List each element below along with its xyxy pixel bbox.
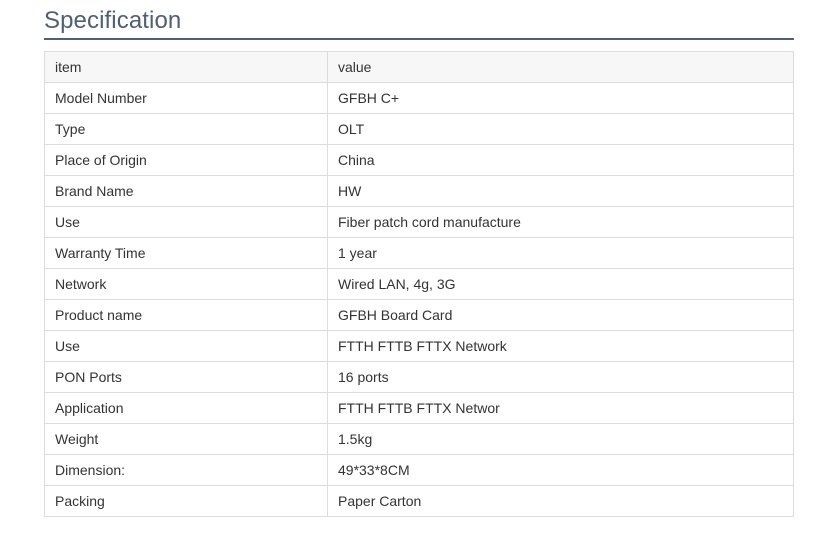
spec-item-cell: Brand Name [44, 175, 328, 207]
spec-item-cell: Type [44, 113, 328, 145]
spec-item-cell: Warranty Time [44, 237, 328, 269]
table-row: Application FTTH FTTB FTTX Networ [44, 392, 794, 424]
table-row: Type OLT [44, 113, 794, 145]
column-header-item: item [44, 51, 328, 83]
spec-item-cell: Application [44, 392, 328, 424]
specification-table: item value Model Number GFBH C+ Type OLT Pla… [44, 51, 794, 517]
table-row: Weight 1.5kg [44, 423, 794, 455]
spec-value-cell: 1 year [327, 237, 794, 269]
spec-item-cell: Dimension: [44, 454, 328, 486]
section-title: Specification [44, 7, 182, 34]
table-row: Packing Paper Carton [44, 485, 794, 517]
table-row: Model Number GFBH C+ [44, 82, 794, 114]
spec-value-cell: 1.5kg [327, 423, 794, 455]
spec-value-cell: 16 ports [327, 361, 794, 393]
spec-value-cell: Fiber patch cord manufacture [327, 206, 794, 238]
spec-item-cell: Product name [44, 299, 328, 331]
spec-item-cell: Network [44, 268, 328, 300]
table-row: PON Ports 16 ports [44, 361, 794, 393]
table-row: Use Fiber patch cord manufacture [44, 206, 794, 238]
spec-value-cell: Paper Carton [327, 485, 794, 517]
spec-item-cell: Packing [44, 485, 328, 517]
specification-section: Specification item value Model Number GFB… [44, 0, 794, 517]
spec-value-cell: GFBH Board Card [327, 299, 794, 331]
spec-item-cell: Use [44, 330, 328, 362]
title-underline [44, 38, 794, 40]
table-row: Brand Name HW [44, 175, 794, 207]
spec-item-cell: Model Number [44, 82, 328, 114]
table-row: Dimension: 49*33*8CM [44, 454, 794, 486]
spec-value-cell: OLT [327, 113, 794, 145]
table-header-row: item value [44, 51, 794, 83]
table-row: Place of Origin China [44, 144, 794, 176]
spec-value-cell: FTTH FTTB FTTX Network [327, 330, 794, 362]
spec-value-cell: FTTH FTTB FTTX Networ [327, 392, 794, 424]
column-header-value: value [327, 51, 794, 83]
spec-value-cell: HW [327, 175, 794, 207]
spec-item-cell: PON Ports [44, 361, 328, 393]
table-row: Network Wired LAN, 4g, 3G [44, 268, 794, 300]
spec-item-cell: Weight [44, 423, 328, 455]
spec-item-cell: Use [44, 206, 328, 238]
spec-value-cell: GFBH C+ [327, 82, 794, 114]
spec-value-cell: Wired LAN, 4g, 3G [327, 268, 794, 300]
table-row: Product name GFBH Board Card [44, 299, 794, 331]
spec-value-cell: 49*33*8CM [327, 454, 794, 486]
spec-value-cell: China [327, 144, 794, 176]
spec-item-cell: Place of Origin [44, 144, 328, 176]
table-row: Warranty Time 1 year [44, 237, 794, 269]
table-row: Use FTTH FTTB FTTX Network [44, 330, 794, 362]
